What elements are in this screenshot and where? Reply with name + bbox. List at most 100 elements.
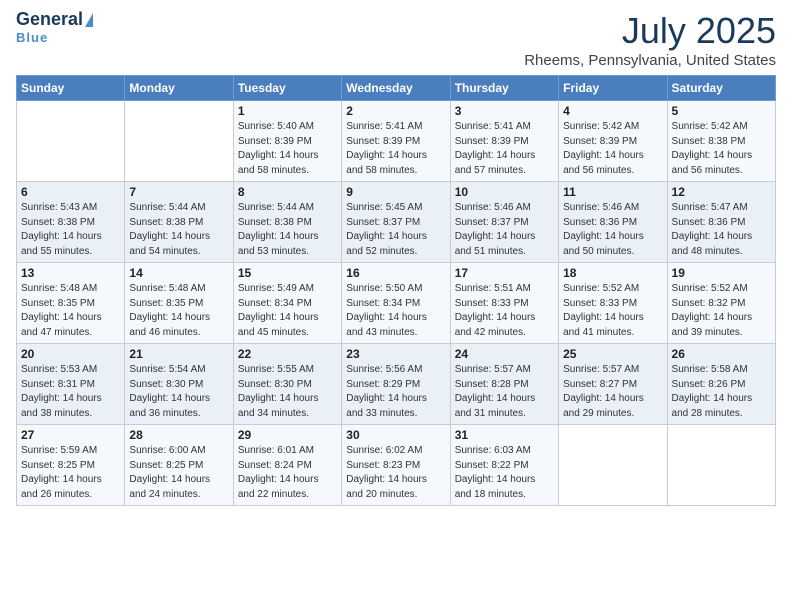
day-info: Sunrise: 5:52 AM Sunset: 8:32 PM Dayligh…: [672, 282, 771, 340]
logo: General Blue: [16, 10, 93, 45]
day-number: 24: [455, 347, 554, 361]
col-header-sunday: Sunday: [17, 76, 125, 101]
day-number: 5: [672, 104, 771, 118]
calendar-cell: 28 Sunrise: 6:00 AM Sunset: 8:25 PM Dayli…: [125, 425, 233, 506]
page: General Blue July 2025 Rheems, Pennsylva…: [0, 0, 792, 612]
day-number: 17: [455, 266, 554, 280]
calendar-cell: 2 Sunrise: 5:41 AM Sunset: 8:39 PM Daylig…: [342, 101, 450, 182]
day-info: Sunrise: 5:42 AM Sunset: 8:39 PM Dayligh…: [563, 120, 662, 178]
calendar-cell: 20Sunrise: 5:53 AM Sunset: 8:31 PM Dayli…: [17, 344, 125, 425]
week-row-1: 1 Sunrise: 5:40 AM Sunset: 8:39 PM Daylig…: [17, 101, 776, 182]
day-info: Sunrise: 5:44 AM Sunset: 8:38 PM Dayligh…: [129, 201, 228, 259]
day-info: Sunrise: 5:52 AM Sunset: 8:33 PM Dayligh…: [563, 282, 662, 340]
day-number: 30: [346, 428, 445, 442]
day-number: 11: [563, 185, 662, 199]
day-number: 1: [238, 104, 337, 118]
day-info: Sunrise: 5:49 AM Sunset: 8:34 PM Dayligh…: [238, 282, 337, 340]
calendar-cell: 29 Sunrise: 6:01 AM Sunset: 8:24 PM Dayli…: [233, 425, 341, 506]
day-number: 25: [563, 347, 662, 361]
calendar-cell: 14 Sunrise: 5:48 AM Sunset: 8:35 PM Dayli…: [125, 263, 233, 344]
day-info: Sunrise: 5:48 AM Sunset: 8:35 PM Dayligh…: [21, 282, 120, 340]
col-header-tuesday: Tuesday: [233, 76, 341, 101]
calendar-cell: 25 Sunrise: 5:57 AM Sunset: 8:27 PM Dayli…: [559, 344, 667, 425]
day-number: 14: [129, 266, 228, 280]
calendar-cell: 11 Sunrise: 5:46 AM Sunset: 8:36 PM Dayli…: [559, 182, 667, 263]
day-number: 2: [346, 104, 445, 118]
calendar-cell: 6 Sunrise: 5:43 AM Sunset: 8:38 PM Daylig…: [17, 182, 125, 263]
day-info: Sunrise: 5:45 AM Sunset: 8:37 PM Dayligh…: [346, 201, 445, 259]
day-number: 28: [129, 428, 228, 442]
calendar-cell: 19 Sunrise: 5:52 AM Sunset: 8:32 PM Dayli…: [667, 263, 775, 344]
calendar-cell: 22Sunrise: 5:55 AM Sunset: 8:30 PM Dayli…: [233, 344, 341, 425]
day-info: Sunrise: 5:43 AM Sunset: 8:38 PM Dayligh…: [21, 201, 120, 259]
day-info: Sunrise: 5:51 AM Sunset: 8:33 PM Dayligh…: [455, 282, 554, 340]
col-header-saturday: Saturday: [667, 76, 775, 101]
calendar-cell: 1 Sunrise: 5:40 AM Sunset: 8:39 PM Daylig…: [233, 101, 341, 182]
day-number: 9: [346, 185, 445, 199]
day-info: Sunrise: 6:03 AM Sunset: 8:22 PM Dayligh…: [455, 444, 554, 502]
calendar-cell: 13 Sunrise: 5:48 AM Sunset: 8:35 PM Dayli…: [17, 263, 125, 344]
day-info: Sunrise: 5:46 AM Sunset: 8:36 PM Dayligh…: [563, 201, 662, 259]
calendar-cell: [17, 101, 125, 182]
day-info: Sunrise: 5:48 AM Sunset: 8:35 PM Dayligh…: [129, 282, 228, 340]
calendar-cell: 8Sunrise: 5:44 AM Sunset: 8:38 PM Daylig…: [233, 182, 341, 263]
calendar-cell: 18 Sunrise: 5:52 AM Sunset: 8:33 PM Dayli…: [559, 263, 667, 344]
col-header-wednesday: Wednesday: [342, 76, 450, 101]
week-row-2: 6 Sunrise: 5:43 AM Sunset: 8:38 PM Daylig…: [17, 182, 776, 263]
day-number: 6: [21, 185, 120, 199]
calendar-cell: 5Sunrise: 5:42 AM Sunset: 8:38 PM Daylig…: [667, 101, 775, 182]
calendar-cell: 16 Sunrise: 5:50 AM Sunset: 8:34 PM Dayli…: [342, 263, 450, 344]
day-number: 3: [455, 104, 554, 118]
day-info: Sunrise: 5:41 AM Sunset: 8:39 PM Dayligh…: [455, 120, 554, 178]
calendar-cell: 3 Sunrise: 5:41 AM Sunset: 8:39 PM Daylig…: [450, 101, 558, 182]
col-header-thursday: Thursday: [450, 76, 558, 101]
calendar-cell: [125, 101, 233, 182]
day-info: Sunrise: 5:46 AM Sunset: 8:37 PM Dayligh…: [455, 201, 554, 259]
title-block: July 2025 Rheems, Pennsylvania, United S…: [524, 10, 776, 69]
day-info: Sunrise: 5:53 AM Sunset: 8:31 PM Dayligh…: [21, 363, 120, 421]
header: General Blue July 2025 Rheems, Pennsylva…: [16, 10, 776, 69]
col-header-monday: Monday: [125, 76, 233, 101]
day-number: 10: [455, 185, 554, 199]
calendar-cell: [559, 425, 667, 506]
logo-text-general: General: [16, 10, 83, 30]
col-header-friday: Friday: [559, 76, 667, 101]
week-row-4: 20Sunrise: 5:53 AM Sunset: 8:31 PM Dayli…: [17, 344, 776, 425]
day-info: Sunrise: 6:01 AM Sunset: 8:24 PM Dayligh…: [238, 444, 337, 502]
month-title: July 2025: [524, 10, 776, 52]
day-number: 16: [346, 266, 445, 280]
week-row-5: 27Sunrise: 5:59 AM Sunset: 8:25 PM Dayli…: [17, 425, 776, 506]
day-number: 26: [672, 347, 771, 361]
day-number: 21: [129, 347, 228, 361]
day-number: 18: [563, 266, 662, 280]
day-number: 8: [238, 185, 337, 199]
calendar-cell: 9 Sunrise: 5:45 AM Sunset: 8:37 PM Daylig…: [342, 182, 450, 263]
calendar-cell: 12Sunrise: 5:47 AM Sunset: 8:36 PM Dayli…: [667, 182, 775, 263]
calendar-cell: 4 Sunrise: 5:42 AM Sunset: 8:39 PM Daylig…: [559, 101, 667, 182]
day-number: 7: [129, 185, 228, 199]
calendar-cell: [667, 425, 775, 506]
day-number: 4: [563, 104, 662, 118]
day-number: 23: [346, 347, 445, 361]
day-number: 12: [672, 185, 771, 199]
day-info: Sunrise: 5:50 AM Sunset: 8:34 PM Dayligh…: [346, 282, 445, 340]
day-info: Sunrise: 5:55 AM Sunset: 8:30 PM Dayligh…: [238, 363, 337, 421]
calendar-cell: 10 Sunrise: 5:46 AM Sunset: 8:37 PM Dayli…: [450, 182, 558, 263]
header-row: SundayMondayTuesdayWednesdayThursdayFrid…: [17, 76, 776, 101]
day-info: Sunrise: 5:41 AM Sunset: 8:39 PM Dayligh…: [346, 120, 445, 178]
day-info: Sunrise: 5:40 AM Sunset: 8:39 PM Dayligh…: [238, 120, 337, 178]
calendar-cell: 24Sunrise: 5:57 AM Sunset: 8:28 PM Dayli…: [450, 344, 558, 425]
calendar-cell: 7 Sunrise: 5:44 AM Sunset: 8:38 PM Daylig…: [125, 182, 233, 263]
week-row-3: 13 Sunrise: 5:48 AM Sunset: 8:35 PM Dayli…: [17, 263, 776, 344]
day-number: 29: [238, 428, 337, 442]
day-number: 19: [672, 266, 771, 280]
day-number: 13: [21, 266, 120, 280]
calendar-cell: 30Sunrise: 6:02 AM Sunset: 8:23 PM Dayli…: [342, 425, 450, 506]
day-info: Sunrise: 6:00 AM Sunset: 8:25 PM Dayligh…: [129, 444, 228, 502]
calendar-cell: 27Sunrise: 5:59 AM Sunset: 8:25 PM Dayli…: [17, 425, 125, 506]
calendar-cell: 31Sunrise: 6:03 AM Sunset: 8:22 PM Dayli…: [450, 425, 558, 506]
day-info: Sunrise: 5:54 AM Sunset: 8:30 PM Dayligh…: [129, 363, 228, 421]
day-info: Sunrise: 5:58 AM Sunset: 8:26 PM Dayligh…: [672, 363, 771, 421]
location: Rheems, Pennsylvania, United States: [524, 52, 776, 69]
day-info: Sunrise: 5:57 AM Sunset: 8:27 PM Dayligh…: [563, 363, 662, 421]
